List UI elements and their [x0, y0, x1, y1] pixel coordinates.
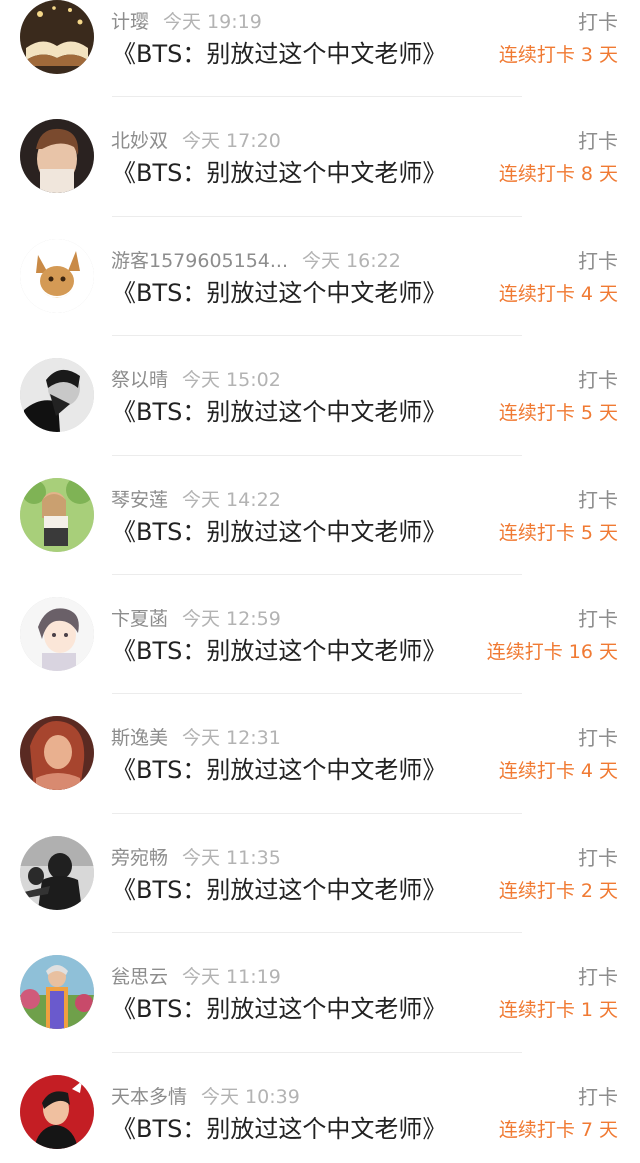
checkin-label: 打卡 — [578, 726, 618, 751]
book-title[interactable]: 《BTS：别放过这个中文老师》 — [112, 1113, 446, 1145]
checkin-label: 打卡 — [578, 1084, 618, 1109]
user-name[interactable]: 琴安莲 — [111, 486, 168, 514]
checkin-label: 打卡 — [578, 368, 618, 393]
eevee-avatar[interactable] — [20, 238, 94, 313]
timestamp: 今天 14:22 — [182, 488, 281, 511]
user-name[interactable]: 计璎 — [111, 8, 149, 36]
checkin-list-item[interactable]: 瓮思云 今天 11:19 《BTS：别放过这个中文老师》 打卡 连续打卡 1 天 — [0, 933, 640, 1053]
checkin-label: 打卡 — [578, 845, 618, 870]
user-name[interactable]: 游客1579605154... — [111, 247, 288, 275]
checkin-feed: 计璎 今天 19:19 《BTS：别放过这个中文老师》 打卡 连续打卡 3 天北妙双 今天… — [0, 0, 640, 1149]
entry-meta: 天本多情 今天 10:39 — [111, 1083, 300, 1111]
checkin-label: 打卡 — [578, 248, 618, 273]
entry-meta: 卞夏菡 今天 12:59 — [111, 605, 281, 633]
streak-count: 连续打卡 5 天 — [498, 402, 618, 425]
entry-meta: 琴安莲 今天 14:22 — [111, 486, 281, 514]
streak-count: 连续打卡 2 天 — [498, 879, 618, 902]
checkin-list-item[interactable]: 北妙双 今天 17:20 《BTS：别放过这个中文老师》 打卡 连续打卡 8 天 — [0, 97, 640, 217]
checkin-list-item[interactable]: 祭以晴 今天 15:02 《BTS：别放过这个中文老师》 打卡 连续打卡 5 天 — [0, 336, 640, 456]
timestamp: 今天 11:19 — [182, 966, 281, 989]
checkin-list-item[interactable]: 琴安莲 今天 14:22 《BTS：别放过这个中文老师》 打卡 连续打卡 5 天 — [0, 456, 640, 575]
illustration-avatar[interactable] — [20, 477, 94, 552]
book-title[interactable]: 《BTS：别放过这个中文老师》 — [112, 754, 446, 786]
checkin-label: 打卡 — [578, 965, 618, 990]
streak-count: 连续打卡 4 天 — [498, 282, 618, 305]
streak-count: 连续打卡 1 天 — [498, 999, 618, 1022]
checkin-list-item[interactable]: 旁宛畅 今天 11:35 《BTS：别放过这个中文老师》 打卡 连续打卡 2 天 — [0, 814, 640, 934]
user-name[interactable]: 瓮思云 — [111, 963, 168, 991]
red-person-avatar[interactable] — [20, 1074, 94, 1149]
book-title[interactable]: 《BTS：别放过这个中文老师》 — [112, 874, 446, 906]
streak-count: 连续打卡 16 天 — [486, 640, 618, 663]
entry-meta: 旁宛畅 今天 11:35 — [111, 844, 281, 872]
person-avatar[interactable] — [20, 119, 94, 194]
book-title[interactable]: 《BTS：别放过这个中文老师》 — [112, 396, 446, 428]
checkin-label: 打卡 — [578, 129, 618, 154]
user-name[interactable]: 祭以晴 — [111, 366, 168, 394]
timestamp: 今天 11:35 — [182, 846, 281, 869]
entry-meta: 祭以晴 今天 15:02 — [111, 366, 281, 394]
entry-meta: 瓮思云 今天 11:19 — [111, 963, 281, 991]
user-name[interactable]: 卞夏菡 — [111, 605, 168, 633]
anime-avatar[interactable] — [20, 596, 94, 671]
user-name[interactable]: 北妙双 — [111, 127, 168, 155]
checkin-label: 打卡 — [578, 606, 618, 631]
book-title[interactable]: 《BTS：别放过这个中文老师》 — [112, 38, 446, 70]
book-avatar[interactable] — [20, 0, 94, 74]
timestamp: 今天 17:20 — [182, 130, 281, 153]
entry-meta: 计璎 今天 19:19 — [111, 8, 262, 36]
user-name[interactable]: 斯逸美 — [111, 724, 168, 752]
checkin-label: 打卡 — [578, 487, 618, 512]
outdoor-avatar[interactable] — [20, 955, 94, 1030]
entry-meta: 斯逸美 今天 12:31 — [111, 724, 281, 752]
book-title[interactable]: 《BTS：别放过这个中文老师》 — [112, 635, 446, 667]
woman-avatar[interactable] — [20, 716, 94, 791]
book-title[interactable]: 《BTS：别放过这个中文老师》 — [112, 993, 446, 1025]
book-title[interactable]: 《BTS：别放过这个中文老师》 — [112, 157, 446, 189]
checkin-list-item[interactable]: 天本多情 今天 10:39 《BTS：别放过这个中文老师》 打卡 连续打卡 7 天 — [0, 1053, 640, 1163]
bw-person-avatar[interactable] — [20, 358, 94, 433]
timestamp: 今天 12:59 — [182, 607, 281, 630]
soldier-avatar[interactable] — [20, 835, 94, 910]
checkin-list-item[interactable]: 计璎 今天 19:19 《BTS：别放过这个中文老师》 打卡 连续打卡 3 天 — [0, 0, 640, 98]
streak-count: 连续打卡 5 天 — [498, 521, 618, 544]
entry-meta: 游客1579605154... 今天 16:22 — [111, 247, 401, 275]
user-name[interactable]: 天本多情 — [111, 1083, 187, 1111]
book-title[interactable]: 《BTS：别放过这个中文老师》 — [112, 277, 446, 309]
timestamp: 今天 10:39 — [201, 1085, 300, 1108]
checkin-label: 打卡 — [578, 10, 618, 34]
checkin-list-item[interactable]: 卞夏菡 今天 12:59 《BTS：别放过这个中文老师》 打卡 连续打卡 16 天 — [0, 575, 640, 695]
book-title[interactable]: 《BTS：别放过这个中文老师》 — [112, 516, 446, 548]
timestamp: 今天 15:02 — [182, 369, 281, 392]
streak-count: 连续打卡 8 天 — [498, 163, 618, 186]
checkin-list-item[interactable]: 游客1579605154... 今天 16:22 《BTS：别放过这个中文老师》 打卡… — [0, 217, 640, 337]
streak-count: 连续打卡 3 天 — [498, 44, 618, 66]
entry-meta: 北妙双 今天 17:20 — [111, 127, 281, 155]
streak-count: 连续打卡 7 天 — [498, 1118, 618, 1141]
streak-count: 连续打卡 4 天 — [498, 760, 618, 783]
timestamp: 今天 16:22 — [302, 249, 401, 272]
timestamp: 今天 19:19 — [163, 11, 262, 33]
user-name[interactable]: 旁宛畅 — [111, 844, 168, 872]
timestamp: 今天 12:31 — [182, 727, 281, 750]
checkin-list-item[interactable]: 斯逸美 今天 12:31 《BTS：别放过这个中文老师》 打卡 连续打卡 4 天 — [0, 694, 640, 814]
